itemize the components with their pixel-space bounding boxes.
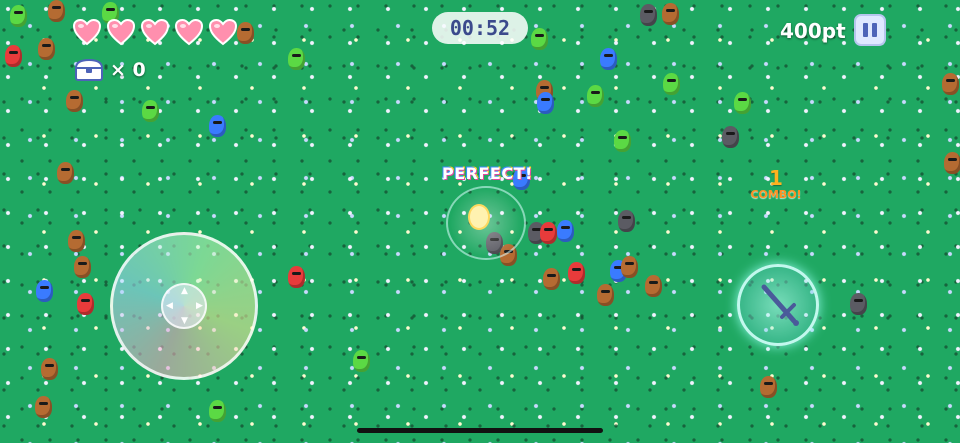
heart-icon [106, 18, 136, 46]
timer-display: 00:52 [432, 12, 528, 44]
enemy-sprite [353, 350, 370, 372]
enemy-sprite [760, 376, 777, 398]
enemy-sprite [5, 45, 22, 67]
enemy-sprite [600, 48, 617, 70]
virtual-joystick[interactable]: ▲ ▼ ◀ ▶ [110, 232, 258, 380]
enemy-sprite [209, 400, 226, 422]
enemy-sprite [640, 4, 657, 26]
pause-icon [863, 23, 868, 37]
joystick-arrow-icon: ▲ [181, 286, 188, 296]
joystick-arrow-icon: ◀ [166, 301, 173, 311]
enemy-sprite [597, 284, 614, 306]
enemy-sprite [540, 222, 557, 244]
enemy-sprite [587, 85, 604, 107]
enemy-sprite [621, 256, 638, 278]
score-display: 400pt [780, 19, 846, 43]
enemy-sprite [568, 262, 585, 284]
enemy-sprite [850, 293, 867, 315]
attack-button[interactable] [737, 264, 819, 346]
sword-icon [761, 284, 799, 326]
enemy-sprite [557, 220, 574, 242]
heart-icon [174, 18, 204, 46]
heart-icon [140, 18, 170, 46]
treasure-chest-icon [74, 58, 104, 81]
enemy-sprite [722, 126, 739, 148]
enemy-sprite [614, 130, 631, 152]
combo-label: COMBO! [750, 188, 802, 201]
enemy-sprite [38, 38, 55, 60]
joystick-arrow-icon: ▼ [181, 316, 188, 326]
home-indicator [357, 428, 603, 433]
joystick-knob[interactable]: ▲ ▼ ◀ ▶ [161, 283, 207, 329]
enemy-sprite [663, 73, 680, 95]
enemy-sprite [209, 115, 226, 137]
chest-count-text: × 0 [110, 59, 146, 81]
enemy-sprite [66, 90, 83, 112]
enemy-sprite [288, 266, 305, 288]
enemy-sprite [645, 275, 662, 297]
enemy-sprite [41, 358, 58, 380]
enemy-sprite [237, 22, 254, 44]
enemy-sprite [543, 268, 560, 290]
enemy-sprite [618, 210, 635, 232]
enemy-sprite [734, 92, 751, 114]
enemy-sprite [35, 396, 52, 418]
combo-indicator: 1 COMBO! [744, 168, 808, 201]
heart-icon [208, 18, 238, 46]
pause-button[interactable] [854, 14, 886, 46]
enemy-sprite [48, 0, 65, 22]
pause-icon [872, 23, 877, 37]
enemy-sprite [77, 293, 94, 315]
enemy-sprite [537, 92, 554, 114]
enemy-sprite [662, 3, 679, 25]
enemy-sprite [10, 5, 27, 27]
combo-count: 1 [769, 166, 783, 190]
joystick-arrow-icon: ▶ [196, 301, 203, 311]
chest-counter: × 0 [74, 58, 146, 82]
enemy-sprite [74, 256, 91, 278]
player-character [470, 206, 488, 228]
enemy-sprite [942, 73, 959, 95]
enemy-sprite [531, 28, 548, 50]
enemy-sprite [68, 230, 85, 252]
enemy-sprite [142, 100, 159, 122]
enemy-sprite [944, 152, 960, 174]
heart-icon [72, 18, 102, 46]
health-hearts [72, 18, 238, 46]
enemy-sprite [36, 280, 53, 302]
perfect-label: PERFECT! [442, 164, 533, 183]
enemy-sprite [57, 162, 74, 184]
enemy-sprite [288, 48, 305, 70]
